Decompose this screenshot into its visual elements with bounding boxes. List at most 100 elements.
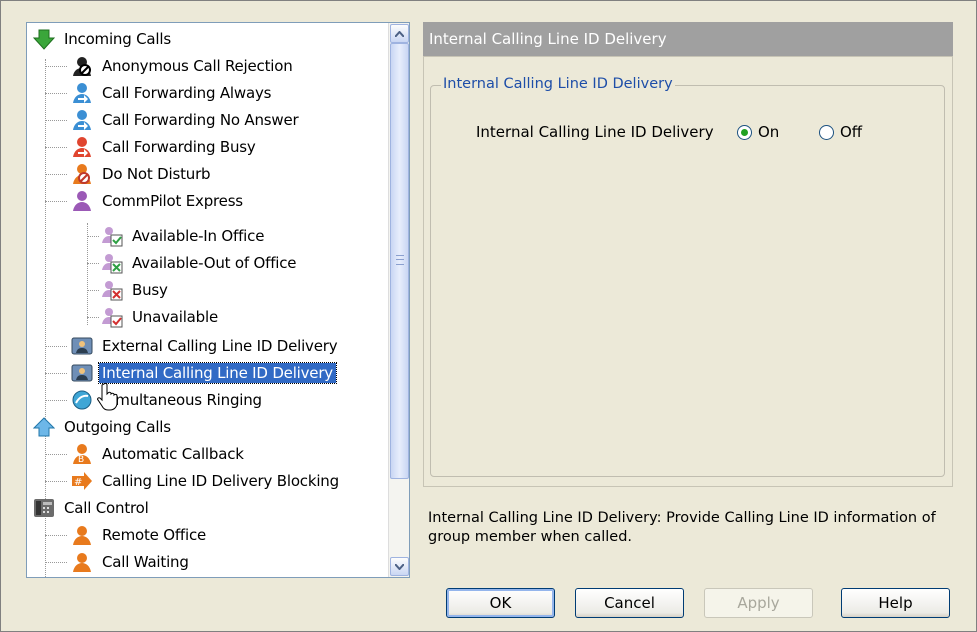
hand-cursor-icon xyxy=(97,382,118,411)
settings-groupbox: Internal Calling Line ID Delivery Intern… xyxy=(430,76,945,477)
tree-connector xyxy=(87,317,99,318)
chevron-up-icon xyxy=(395,30,404,37)
tree-node-anonymous-call-rejection[interactable]: Anonymous Call Rejection xyxy=(45,53,296,79)
svg-text:#: # xyxy=(74,477,82,488)
tree-node-label: Call Waiting xyxy=(102,553,189,571)
tree-node-remote-office[interactable]: Remote Office xyxy=(45,522,209,548)
tree-node-outgoing-calls[interactable]: Outgoing Calls xyxy=(32,414,174,440)
forwarding-no-answer-icon xyxy=(71,109,93,131)
chevron-down-icon xyxy=(395,563,404,570)
tree-node-calling-line-id-delivery-blocking[interactable]: # Calling Line ID Delivery Blocking xyxy=(45,468,342,494)
tree-node-label: Anonymous Call Rejection xyxy=(102,57,293,75)
svg-text:B: B xyxy=(78,455,84,465)
tree-connector xyxy=(87,290,99,291)
tree-node-call-forwarding-no-answer[interactable]: Call Forwarding No Answer xyxy=(45,107,301,133)
help-button[interactable]: Help xyxy=(841,588,950,618)
tree-node-external-calling-line-id-delivery[interactable]: External Calling Line ID Delivery xyxy=(45,333,340,359)
feature-description: Internal Calling Line ID Delivery: Provi… xyxy=(428,510,936,545)
tree-connector xyxy=(45,201,67,202)
setting-label: Internal Calling Line ID Delivery xyxy=(476,123,714,141)
outgoing-calls-icon xyxy=(32,416,56,438)
tree-node-call-forwarding-busy[interactable]: Call Forwarding Busy xyxy=(45,134,259,160)
tree-node-commpilot-express[interactable]: CommPilot Express xyxy=(45,188,246,214)
tree-node-do-not-disturb[interactable]: Do Not Disturb xyxy=(45,161,213,187)
tree-connector xyxy=(45,562,67,563)
simultaneous-ringing-icon xyxy=(71,389,93,411)
scroll-up-button[interactable] xyxy=(390,24,409,43)
tree-scrollbar[interactable] xyxy=(388,23,409,577)
do-not-disturb-icon xyxy=(71,163,93,185)
tree-node-label: Call Forwarding Always xyxy=(102,84,272,102)
tree-node-available-out-of-office[interactable]: Available-Out of Office xyxy=(87,250,299,276)
tree-connector xyxy=(45,120,67,121)
feature-tree[interactable]: Incoming Calls Anonymous Call Rejection … xyxy=(26,22,410,578)
ok-button[interactable]: OK xyxy=(446,588,555,618)
tree-node-label: Available-In Office xyxy=(132,227,265,245)
details-panel: Internal Calling Line ID Delivery Intern… xyxy=(423,56,953,487)
tree-node-automatic-callback[interactable]: B Automatic Callback xyxy=(45,441,247,467)
tree-node-label: Simultaneous Ringing xyxy=(102,391,262,409)
tree-node-call-control[interactable]: Call Control xyxy=(33,495,152,521)
tree-node-busy[interactable]: Busy xyxy=(87,277,171,303)
panel-header: Internal Calling Line ID Delivery xyxy=(423,22,953,56)
tree-node-label: Call Control xyxy=(64,499,149,517)
apply-button[interactable]: Apply xyxy=(704,588,813,618)
internal-clid-icon xyxy=(71,362,93,384)
tree-node-call-forwarding-always[interactable]: Call Forwarding Always xyxy=(45,80,274,106)
tree-connector xyxy=(45,400,67,401)
tree-connector xyxy=(45,373,67,374)
tree-connector xyxy=(87,263,99,264)
tree-connector xyxy=(45,66,67,67)
clid-blocking-icon: # xyxy=(71,470,93,492)
tree-connector xyxy=(45,93,67,94)
tree-node-label: External Calling Line ID Delivery xyxy=(102,337,338,355)
tree-connector xyxy=(45,481,67,482)
scrollbar-thumb[interactable] xyxy=(390,43,409,479)
tree-node-label: Call Forwarding Busy xyxy=(102,138,256,156)
tree-node-label: Automatic Callback xyxy=(102,445,244,463)
available-in-office-icon xyxy=(101,225,123,247)
radio-unselected-icon[interactable] xyxy=(819,124,834,140)
tree-node-available-in-office[interactable]: Available-In Office xyxy=(87,223,267,249)
forwarding-busy-icon xyxy=(71,136,93,158)
tree-node-incoming-calls[interactable]: Incoming Calls xyxy=(32,26,174,52)
automatic-callback-icon: B xyxy=(71,443,93,465)
anonymous-rejection-icon xyxy=(71,55,93,77)
incoming-calls-icon xyxy=(32,28,56,50)
tree-node-label: Incoming Calls xyxy=(64,30,171,48)
tree-node-label: Do Not Disturb xyxy=(102,165,211,183)
groupbox-title: Internal Calling Line ID Delivery xyxy=(441,76,675,92)
radio-off[interactable]: Off xyxy=(819,123,862,141)
cancel-button[interactable]: Cancel xyxy=(575,588,684,618)
radio-on[interactable]: On xyxy=(737,123,779,141)
tree-connector xyxy=(87,236,99,237)
scroll-down-button[interactable] xyxy=(390,557,409,576)
tree-connector xyxy=(45,346,67,347)
tree-node-label: Call Forwarding No Answer xyxy=(102,111,299,129)
tree-connector xyxy=(45,535,67,536)
tree-node-label: Busy xyxy=(132,281,168,299)
tree-node-unavailable[interactable]: Unavailable xyxy=(87,304,221,330)
radio-on-label: On xyxy=(758,123,780,141)
radio-off-label: Off xyxy=(840,123,863,141)
tree-node-label: Available-Out of Office xyxy=(132,254,297,272)
tree-node-label: CommPilot Express xyxy=(102,192,243,210)
tree-node-label: Outgoing Calls xyxy=(64,418,171,436)
tree-node-call-waiting[interactable]: Call Waiting xyxy=(45,549,192,575)
commpilot-icon xyxy=(71,190,93,212)
external-clid-icon xyxy=(71,335,93,357)
tree-connector xyxy=(45,147,67,148)
grip-icon xyxy=(396,255,404,265)
tree-node-label: Calling Line ID Delivery Blocking xyxy=(102,472,339,490)
tree-connector xyxy=(87,223,88,325)
tree-content: Incoming Calls Anonymous Call Rejection … xyxy=(27,23,387,577)
call-waiting-icon xyxy=(71,551,93,573)
radio-selected-icon[interactable] xyxy=(737,124,752,140)
tree-node-label: Unavailable xyxy=(132,308,218,326)
unavailable-icon xyxy=(101,306,123,328)
tree-connector xyxy=(45,174,67,175)
remote-office-icon xyxy=(71,524,93,546)
tree-connector xyxy=(45,454,67,455)
tree-node-label: Remote Office xyxy=(102,526,207,544)
available-out-office-icon xyxy=(101,252,123,274)
